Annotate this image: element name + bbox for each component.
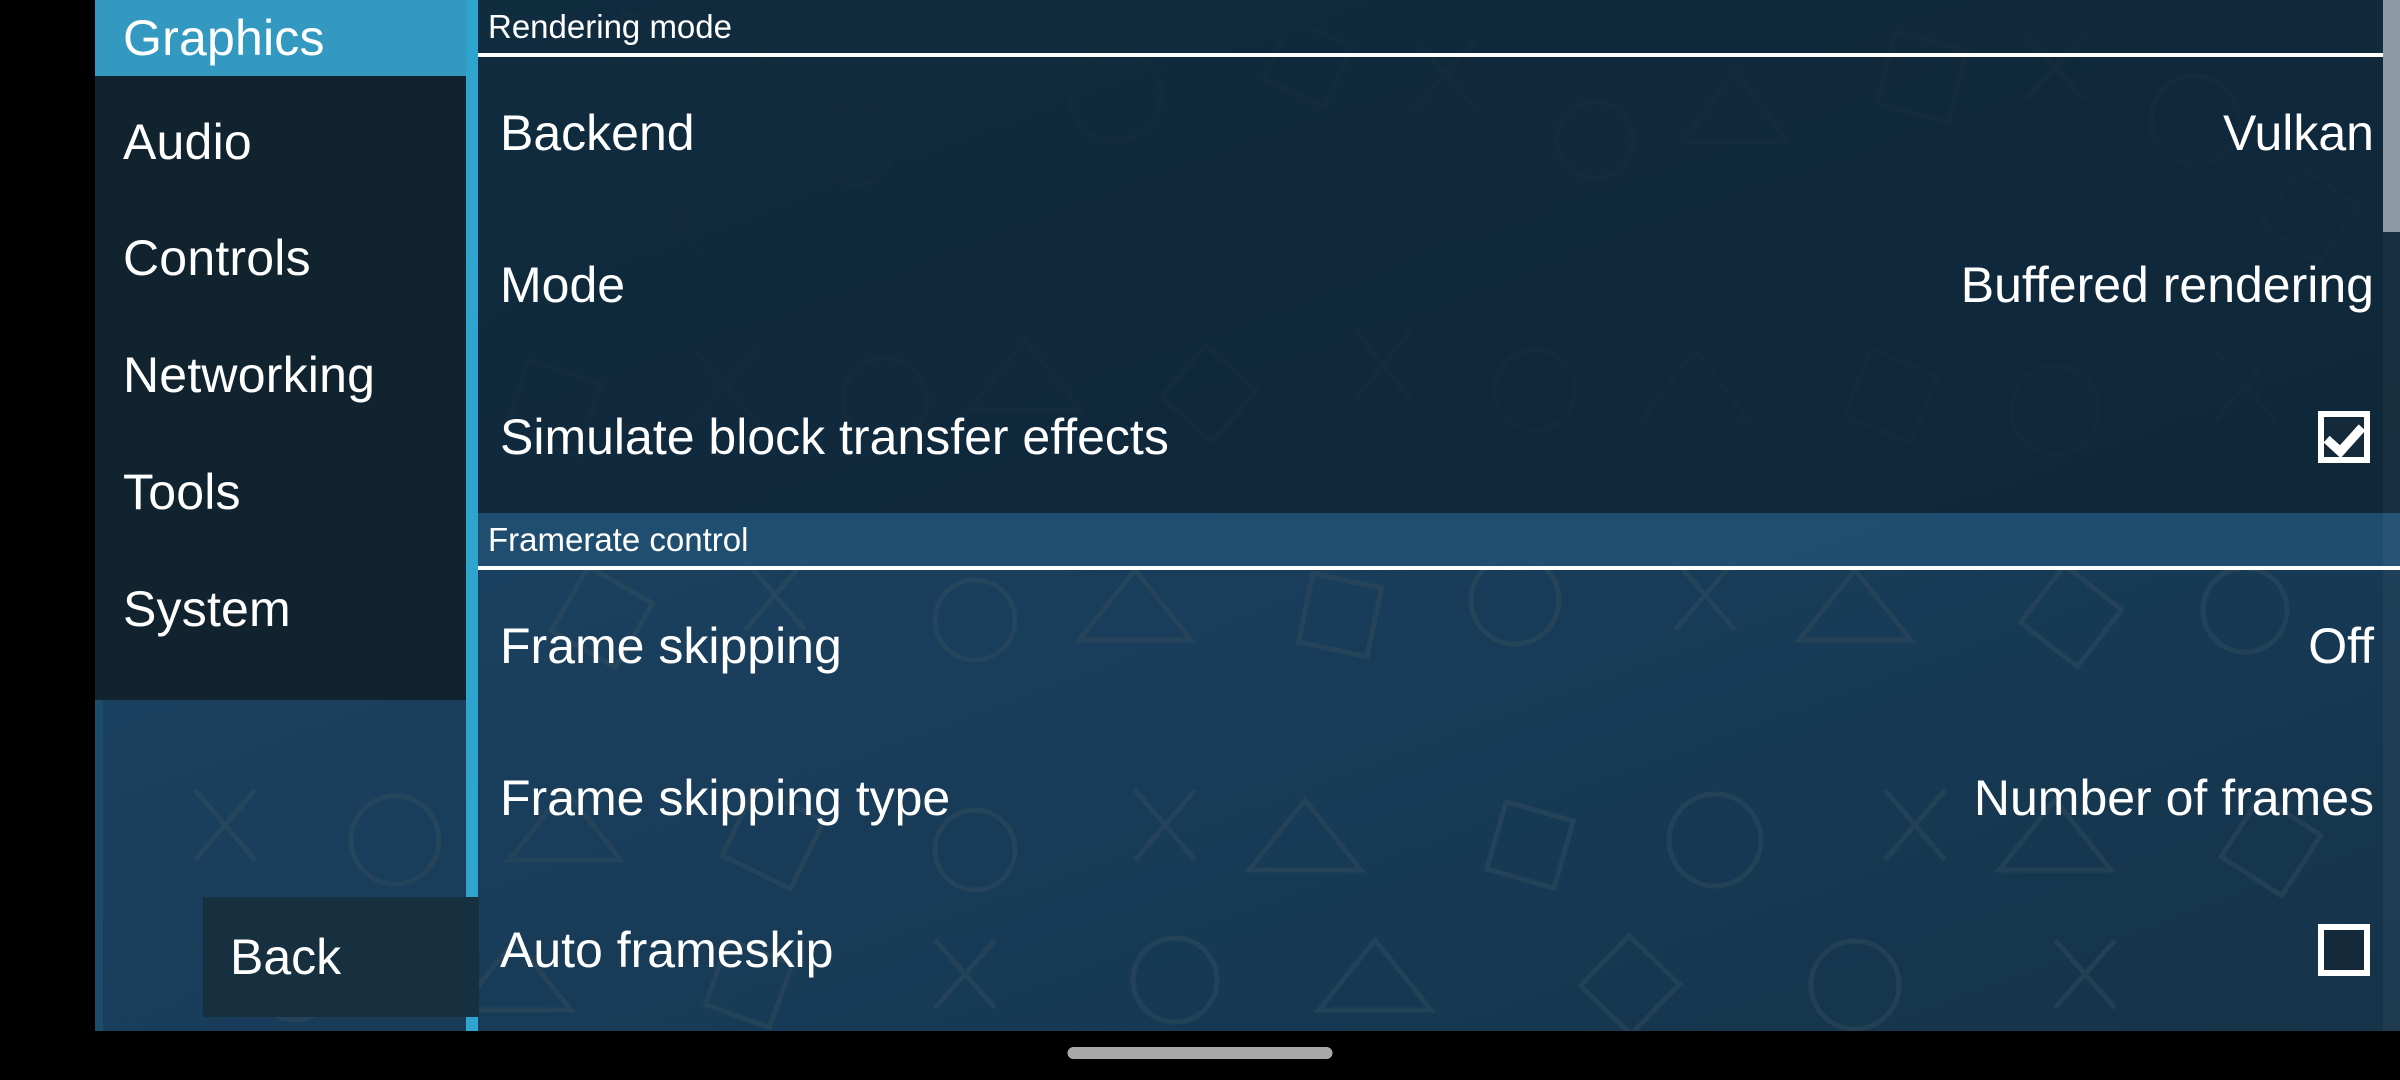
- sidebar-item-label: Networking: [123, 347, 376, 403]
- section-group-rendering-mode: Backend Vulkan Mode Buffered rendering S…: [478, 57, 2400, 513]
- setting-label: Backend: [500, 105, 695, 161]
- android-navigation-bar: [0, 1031, 2400, 1080]
- setting-label: Auto frameskip: [500, 922, 834, 978]
- section-header-framerate-control: Framerate control: [478, 513, 2400, 570]
- setting-value: Off: [2308, 618, 2374, 674]
- sidebar-item-networking[interactable]: Networking: [103, 337, 472, 413]
- scrollbar-thumb[interactable]: [2383, 0, 2400, 232]
- sidebar-item-label: Tools: [123, 464, 241, 520]
- setting-row-frame-skipping[interactable]: Frame skipping Off: [478, 570, 2400, 722]
- sidebar-item-label: Graphics: [123, 10, 325, 66]
- app-surface: Graphics Audio Controls Networking Tools…: [95, 0, 2400, 1031]
- setting-label: Simulate block transfer effects: [500, 409, 1169, 465]
- sidebar: Graphics Audio Controls Networking Tools…: [95, 0, 478, 1031]
- letterbox-left: [0, 0, 95, 1080]
- section-header-rendering-mode: Rendering mode: [478, 0, 2400, 57]
- setting-label: Frame skipping: [500, 618, 842, 674]
- setting-row-backend[interactable]: Backend Vulkan: [478, 57, 2400, 209]
- back-button[interactable]: Back: [203, 897, 479, 1017]
- setting-row-mode[interactable]: Mode Buffered rendering: [478, 209, 2400, 361]
- sidebar-item-graphics[interactable]: Graphics: [95, 0, 472, 76]
- setting-row-auto-frameskip[interactable]: Auto frameskip: [478, 874, 2400, 1026]
- back-button-label: Back: [230, 929, 342, 985]
- setting-row-frame-skipping-type[interactable]: Frame skipping type Number of frames: [478, 722, 2400, 874]
- setting-label: Frame skipping type: [500, 770, 951, 826]
- sidebar-item-label: Controls: [123, 230, 311, 286]
- sidebar-item-label: System: [123, 581, 291, 637]
- section-header-label: Framerate control: [488, 520, 749, 558]
- screen-root: Graphics Audio Controls Networking Tools…: [0, 0, 2400, 1080]
- sidebar-item-controls[interactable]: Controls: [103, 220, 472, 296]
- setting-value: Buffered rendering: [1960, 257, 2374, 313]
- setting-value: Number of frames: [1973, 770, 2374, 826]
- checkbox-unchecked-icon[interactable]: [2318, 924, 2370, 976]
- sidebar-item-system[interactable]: System: [103, 571, 472, 647]
- section-group-framerate-control: Frame skipping Off Frame skipping type N…: [478, 570, 2400, 1031]
- setting-value: Vulkan: [2222, 105, 2374, 161]
- sidebar-accent-divider: [466, 0, 478, 1031]
- section-header-label: Rendering mode: [488, 7, 732, 45]
- setting-label: Mode: [500, 257, 626, 313]
- checkbox-checked-icon[interactable]: [2318, 411, 2370, 463]
- sidebar-item-label: Audio: [123, 114, 252, 170]
- settings-list[interactable]: Rendering mode Backend Vulkan Mode Buffe…: [478, 0, 2400, 1031]
- setting-row-simulate-block-transfer-effects[interactable]: Simulate block transfer effects: [478, 361, 2400, 513]
- home-indicator-icon[interactable]: [1067, 1047, 1333, 1059]
- sidebar-item-audio[interactable]: Audio: [103, 104, 472, 180]
- sidebar-item-tools[interactable]: Tools: [103, 454, 472, 530]
